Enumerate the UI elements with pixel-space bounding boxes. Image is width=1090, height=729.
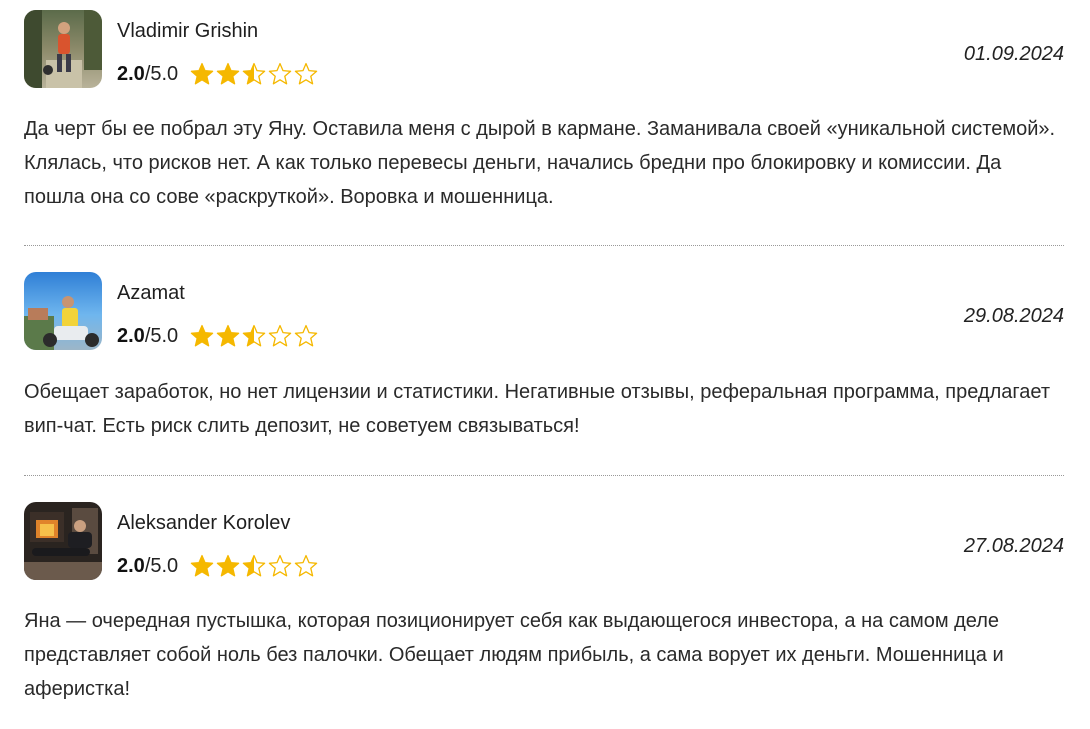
rating: 2.0 /5.0 bbox=[117, 62, 318, 86]
star-empty-icon bbox=[268, 324, 292, 347]
review-text: Да черт бы ее побрал эту Яну. Оставила м… bbox=[24, 118, 1056, 208]
star-empty-icon bbox=[294, 324, 318, 347]
star-rating bbox=[190, 62, 318, 86]
avatar[interactable] bbox=[24, 502, 102, 580]
review-text: Яна — очередная пустышка, которая позици… bbox=[24, 610, 1004, 700]
rating-value: 2.0 bbox=[117, 554, 145, 577]
review-text: Обещает заработок, но нет лицензии и ста… bbox=[24, 381, 1050, 437]
review-date: 01.09.2024 bbox=[963, 43, 1064, 65]
avatar[interactable] bbox=[24, 10, 102, 88]
reviewer-name: Aleksander Korolev bbox=[117, 512, 291, 534]
star-empty-icon bbox=[268, 554, 292, 577]
star-full-icon bbox=[190, 554, 214, 577]
star-half-icon bbox=[242, 324, 266, 347]
rating: 2.0 /5.0 bbox=[117, 324, 318, 348]
rating-value: 2.0 bbox=[117, 62, 145, 85]
review-date: 29.08.2024 bbox=[963, 305, 1064, 327]
star-empty-icon bbox=[294, 554, 318, 577]
divider bbox=[24, 475, 1064, 476]
avatar[interactable] bbox=[24, 272, 102, 350]
star-rating bbox=[190, 554, 318, 578]
reviewer-name: Azamat bbox=[117, 282, 185, 304]
star-full-icon bbox=[216, 324, 240, 347]
reviewer-name: Vladimir Grishin bbox=[117, 20, 259, 42]
avatar-photo bbox=[24, 502, 102, 580]
rating-max: /5.0 bbox=[144, 554, 179, 577]
star-full-icon bbox=[190, 62, 214, 85]
rating-max: /5.0 bbox=[144, 324, 179, 347]
star-rating bbox=[190, 324, 318, 348]
rating-value: 2.0 bbox=[117, 324, 145, 347]
star-full-icon bbox=[216, 62, 240, 85]
rating-max: /5.0 bbox=[144, 62, 179, 85]
star-empty-icon bbox=[268, 62, 292, 85]
star-half-icon bbox=[242, 554, 266, 577]
star-full-icon bbox=[216, 554, 240, 577]
divider bbox=[24, 245, 1064, 246]
avatar-photo bbox=[24, 272, 102, 350]
star-half-icon bbox=[242, 62, 266, 85]
review-date: 27.08.2024 bbox=[963, 535, 1064, 557]
avatar-photo bbox=[24, 10, 102, 88]
star-full-icon bbox=[190, 324, 214, 347]
rating: 2.0 /5.0 bbox=[117, 554, 318, 578]
star-empty-icon bbox=[294, 62, 318, 85]
